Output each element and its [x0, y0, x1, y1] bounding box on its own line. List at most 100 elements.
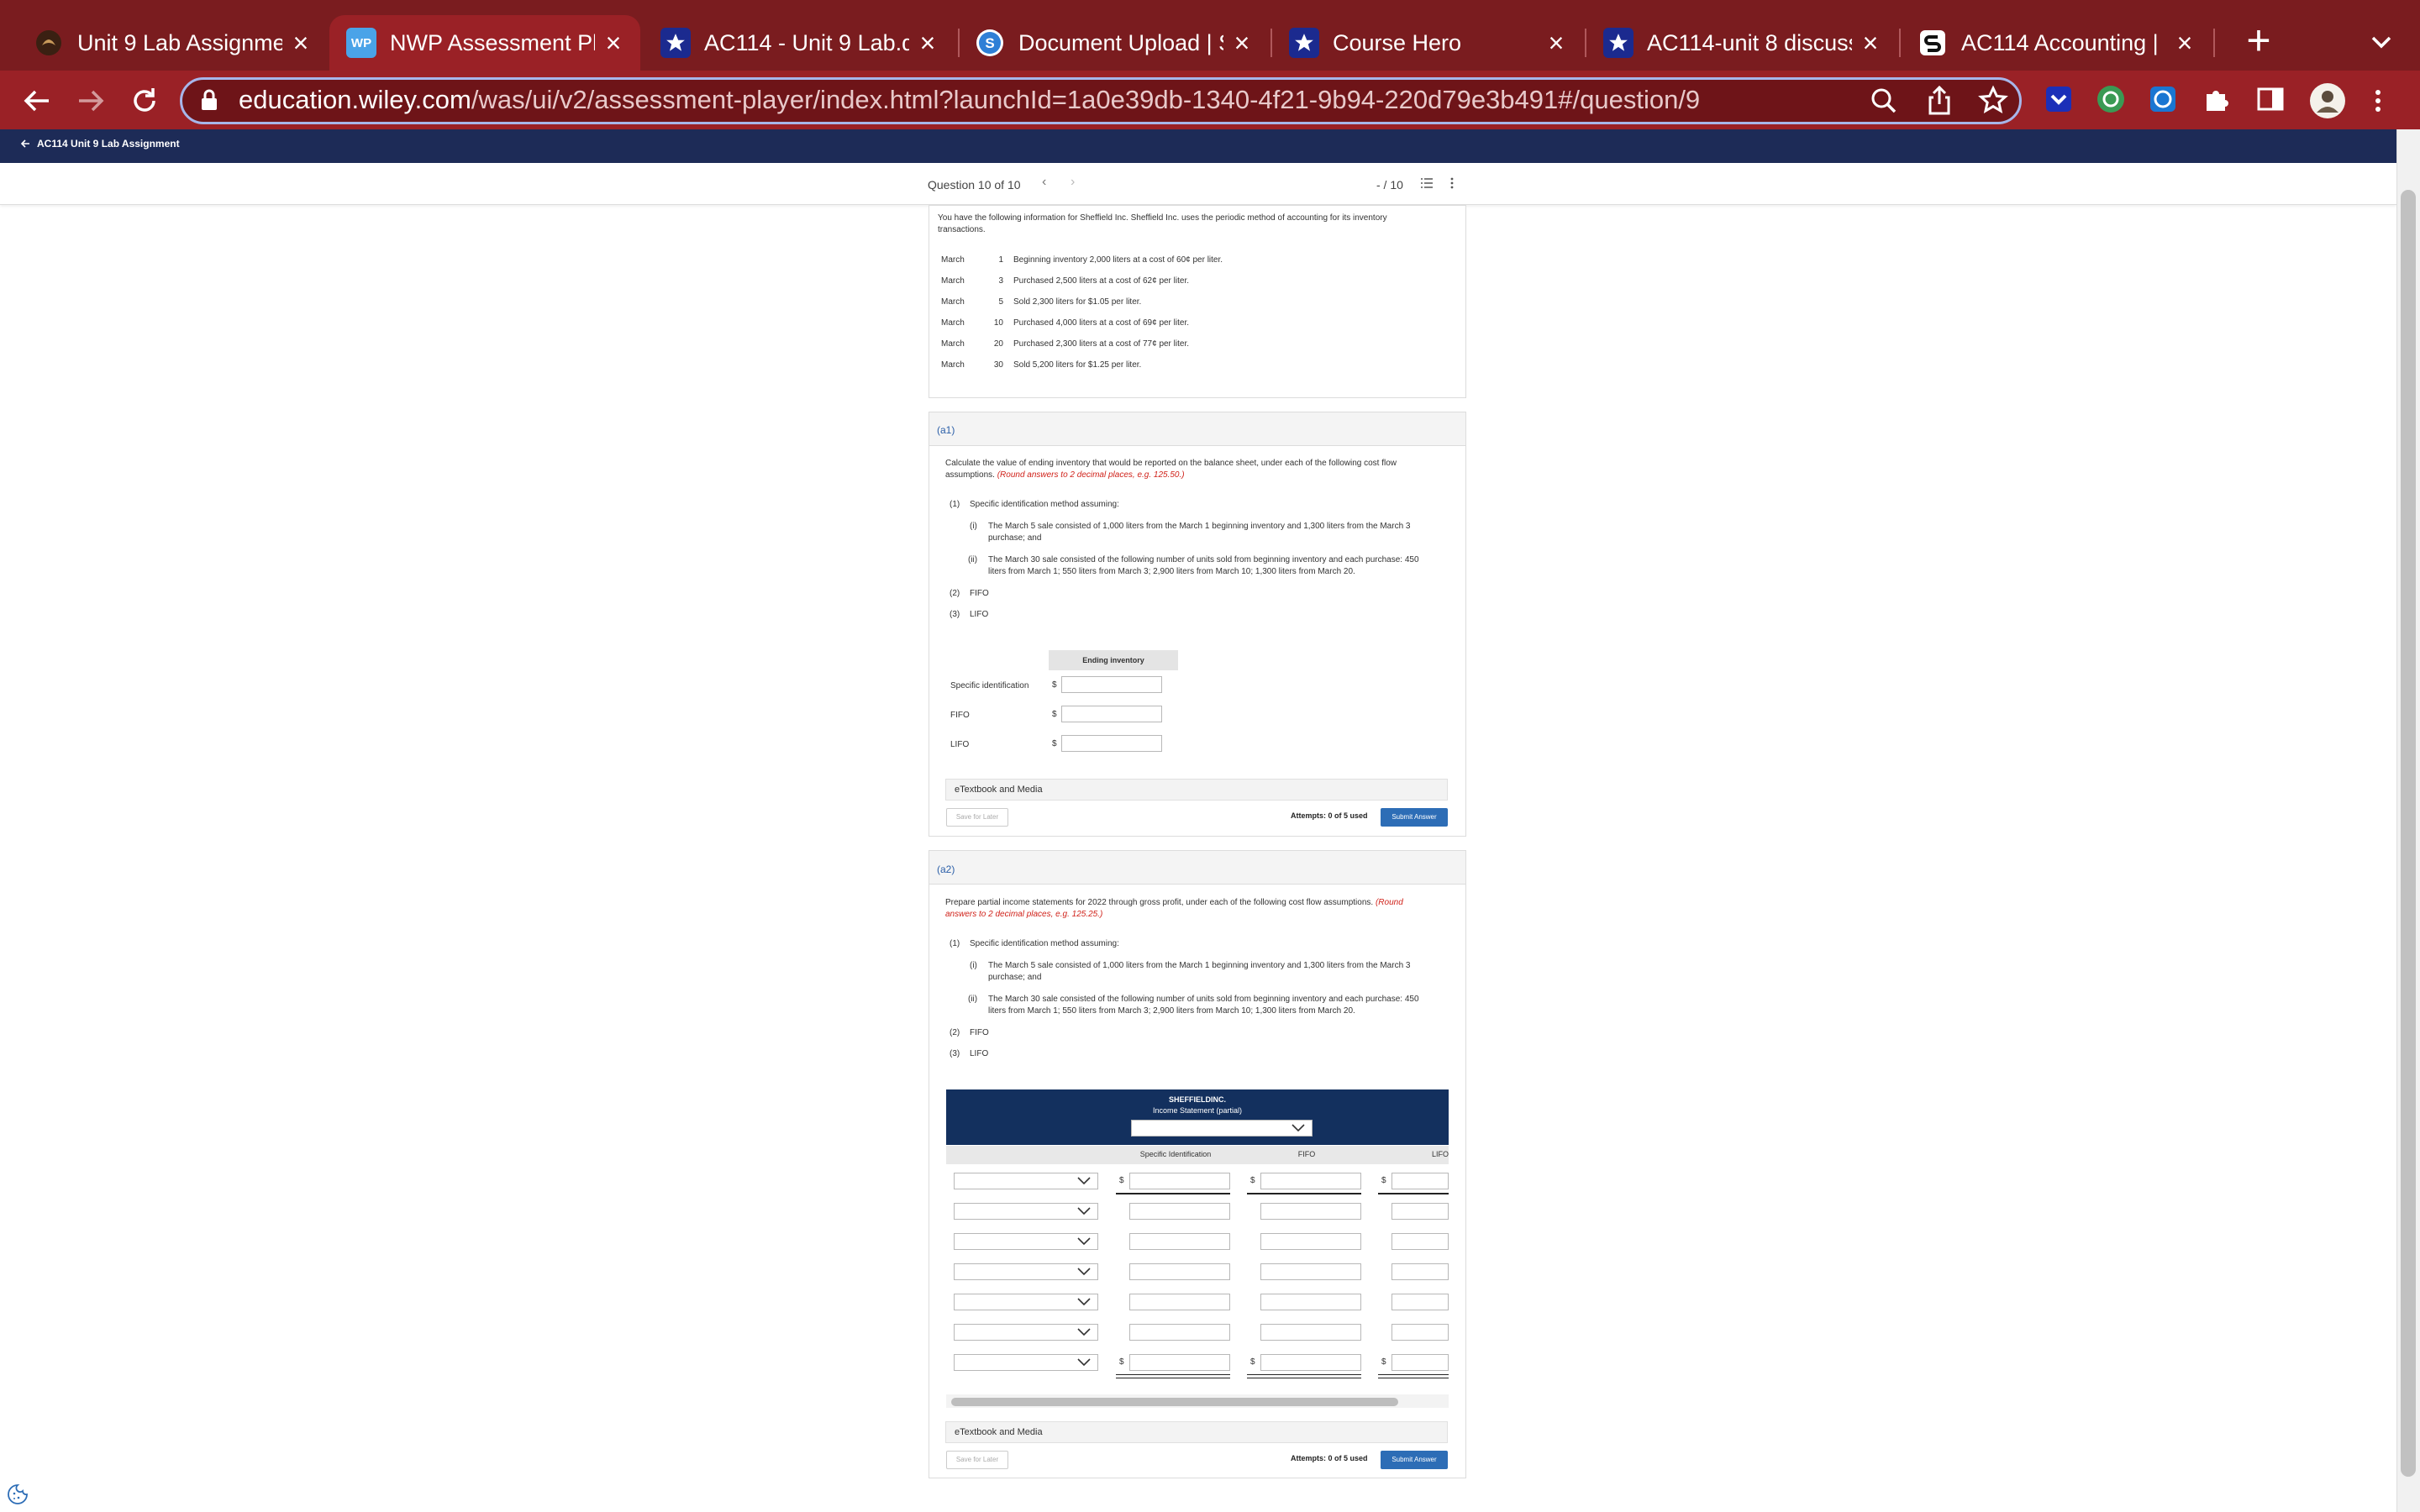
- brown-logo-icon: [34, 28, 64, 58]
- account-dropdown[interactable]: [954, 1263, 1098, 1280]
- tab-close-icon[interactable]: ×: [916, 29, 939, 56]
- amount-input[interactable]: [1392, 1203, 1449, 1220]
- amount-input[interactable]: [1260, 1203, 1361, 1220]
- account-dropdown[interactable]: [954, 1294, 1098, 1310]
- item-number: (i): [970, 961, 977, 970]
- transaction-month: March: [941, 276, 965, 286]
- previous-question-icon[interactable]: ‹: [1042, 175, 1046, 190]
- back-to-assignment-link[interactable]: AC114 Unit 9 Lab Assignment: [20, 138, 180, 150]
- problem-intro: You have the following information for S…: [938, 213, 1387, 234]
- tab-ac114-unit8[interactable]: AC114-unit 8 discussi ×: [1586, 15, 1897, 71]
- tab-close-icon[interactable]: ×: [1859, 29, 1882, 56]
- new-tab-button[interactable]: +: [2237, 19, 2281, 64]
- back-arrow-icon[interactable]: [18, 82, 55, 119]
- question-counter: Question 10 of 10: [928, 178, 1021, 192]
- amount-input[interactable]: [1129, 1324, 1230, 1341]
- tab-title: NWP Assessment Pla: [390, 29, 595, 55]
- amount-input[interactable]: [1260, 1173, 1361, 1189]
- account-dropdown[interactable]: [954, 1324, 1098, 1341]
- more-options-icon[interactable]: [1449, 176, 1455, 194]
- account-dropdown[interactable]: [954, 1354, 1098, 1371]
- lifo-input[interactable]: [1061, 735, 1162, 752]
- etextbook-media-link[interactable]: eTextbook and Media: [945, 779, 1448, 801]
- amount-input[interactable]: [1392, 1233, 1449, 1250]
- question-list-icon[interactable]: [1420, 176, 1434, 194]
- amount-input[interactable]: [1392, 1263, 1449, 1280]
- tab-course-hero[interactable]: Course Hero ×: [1272, 15, 1583, 71]
- tab-nwp-assessment[interactable]: WP NWP Assessment Pla ×: [329, 15, 640, 71]
- amount-input[interactable]: [1392, 1173, 1449, 1189]
- chevron-down-icon: [1077, 1298, 1091, 1306]
- part-a1-label: (a1): [937, 424, 955, 436]
- amount-input[interactable]: [1260, 1294, 1361, 1310]
- item-text: The March 30 sale consisted of the follo…: [988, 995, 1419, 1016]
- tab-search-chevron-icon[interactable]: [2365, 25, 2398, 59]
- profile-avatar-icon[interactable]: [2309, 82, 2345, 118]
- side-panel-icon[interactable]: [2255, 84, 2289, 118]
- save-for-later-button[interactable]: Save for Later: [946, 1451, 1008, 1469]
- transaction-month: March: [941, 318, 965, 328]
- amount-input[interactable]: [1392, 1324, 1449, 1341]
- cookie-settings-icon[interactable]: [7, 1483, 29, 1509]
- bookmark-star-icon[interactable]: [1976, 84, 2010, 118]
- tab-close-icon[interactable]: ×: [2173, 29, 2196, 56]
- tab-ac114-unit9-doc[interactable]: AC114 - Unit 9 Lab.do ×: [644, 15, 955, 71]
- fifo-input[interactable]: [1061, 706, 1162, 722]
- part-a2-instruction: Prepare partial income statements for 20…: [945, 897, 1433, 921]
- amount-input[interactable]: [1260, 1324, 1361, 1341]
- reload-icon[interactable]: [126, 82, 163, 119]
- save-for-later-button[interactable]: Save for Later: [946, 808, 1008, 827]
- s-circle-icon: S: [975, 28, 1005, 58]
- amount-input[interactable]: [1129, 1263, 1230, 1280]
- lock-icon[interactable]: [200, 89, 218, 115]
- tab-close-icon[interactable]: ×: [1544, 29, 1568, 56]
- tab-unit9-lab[interactable]: Unit 9 Lab Assignmen ×: [17, 15, 328, 71]
- tab-close-icon[interactable]: ×: [1230, 29, 1254, 56]
- item-text: Specific identification method assuming:: [970, 939, 1119, 948]
- amount-input[interactable]: [1129, 1354, 1230, 1371]
- tab-close-icon[interactable]: ×: [289, 29, 313, 56]
- share-icon[interactable]: [1923, 84, 1956, 118]
- pocket-extension-icon[interactable]: [2044, 84, 2077, 118]
- amount-input[interactable]: [1392, 1354, 1449, 1371]
- account-dropdown[interactable]: [954, 1233, 1098, 1250]
- forward-arrow-icon[interactable]: [72, 82, 109, 119]
- url-text[interactable]: education.wiley.com/was/ui/v2/assessment…: [239, 85, 1700, 115]
- amount-input[interactable]: [1129, 1173, 1230, 1189]
- tab-close-icon[interactable]: ×: [602, 29, 625, 56]
- chevron-down-icon: [1077, 1207, 1091, 1215]
- amount-input[interactable]: [1260, 1263, 1361, 1280]
- item-number: (2): [950, 589, 960, 598]
- page-scrollbar-thumb[interactable]: [2401, 190, 2416, 1477]
- grammar-extension-icon[interactable]: [2096, 84, 2129, 118]
- amount-input[interactable]: [1129, 1294, 1230, 1310]
- amount-input[interactable]: [1392, 1294, 1449, 1310]
- amount-input[interactable]: [1129, 1233, 1230, 1250]
- amount-input[interactable]: [1260, 1354, 1361, 1371]
- instruction-text: Prepare partial income statements for 20…: [945, 898, 1374, 907]
- kebab-menu-icon[interactable]: [2371, 84, 2405, 118]
- transaction-text: Purchased 4,000 liters at a cost of 69¢ …: [1013, 318, 1190, 328]
- amount-input[interactable]: [1260, 1233, 1361, 1250]
- zoom-icon[interactable]: [1867, 84, 1901, 118]
- etextbook-media-link[interactable]: eTextbook and Media: [945, 1421, 1448, 1443]
- table-scrollbar-thumb[interactable]: [951, 1398, 1398, 1406]
- tab-title: AC114 - Unit 9 Lab.do: [704, 29, 909, 55]
- tab-separator: [2213, 29, 2215, 57]
- tab-document-upload[interactable]: S Document Upload | St ×: [958, 15, 1269, 71]
- next-question-icon[interactable]: ›: [1071, 175, 1075, 190]
- double-underline: [1116, 1374, 1230, 1378]
- currency-symbol: $: [1381, 1357, 1386, 1367]
- submit-answer-button[interactable]: Submit Answer: [1381, 808, 1448, 827]
- specific-identification-input[interactable]: [1061, 676, 1162, 693]
- currency-symbol: $: [1052, 739, 1057, 748]
- statement-period-dropdown[interactable]: [1131, 1120, 1313, 1137]
- puzzle-extensions-icon[interactable]: [2202, 84, 2235, 118]
- submit-answer-button[interactable]: Submit Answer: [1381, 1451, 1448, 1469]
- tab-title: Course Hero: [1333, 29, 1462, 55]
- tab-ac114-accounting[interactable]: AC114 Accounting | U ×: [1901, 15, 2212, 71]
- cursor-extension-icon[interactable]: [2148, 84, 2181, 118]
- account-dropdown[interactable]: [954, 1173, 1098, 1189]
- account-dropdown[interactable]: [954, 1203, 1098, 1220]
- amount-input[interactable]: [1129, 1203, 1230, 1220]
